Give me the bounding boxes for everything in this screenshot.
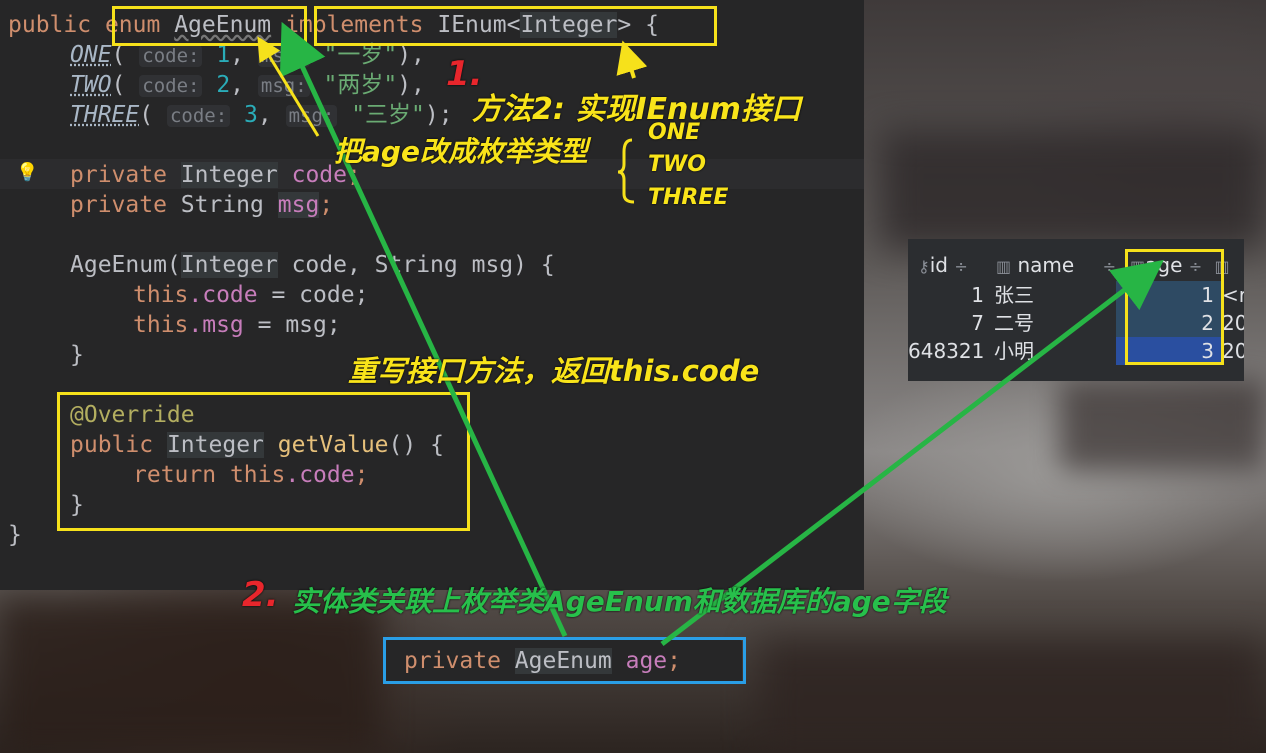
change-age-note: 把age改成枚举类型 — [334, 135, 588, 168]
step2-text: 实体类关联上枚举类AgeEnum和数据库的age字段 — [292, 585, 947, 618]
brace-enum-values — [617, 138, 635, 204]
override-note: 重写接口方法，返回this.code — [348, 354, 760, 388]
enum-value-three: THREE — [648, 185, 729, 210]
arrow-to-implements — [616, 40, 648, 79]
arrow-age-to-enum — [257, 36, 320, 137]
enum-value-two: TWO — [648, 152, 706, 177]
step1-title: 方法2: 实现IEnum接口 — [472, 92, 801, 127]
enum-value-one: ONE — [648, 120, 701, 145]
step2-number: 2. — [242, 575, 279, 615]
